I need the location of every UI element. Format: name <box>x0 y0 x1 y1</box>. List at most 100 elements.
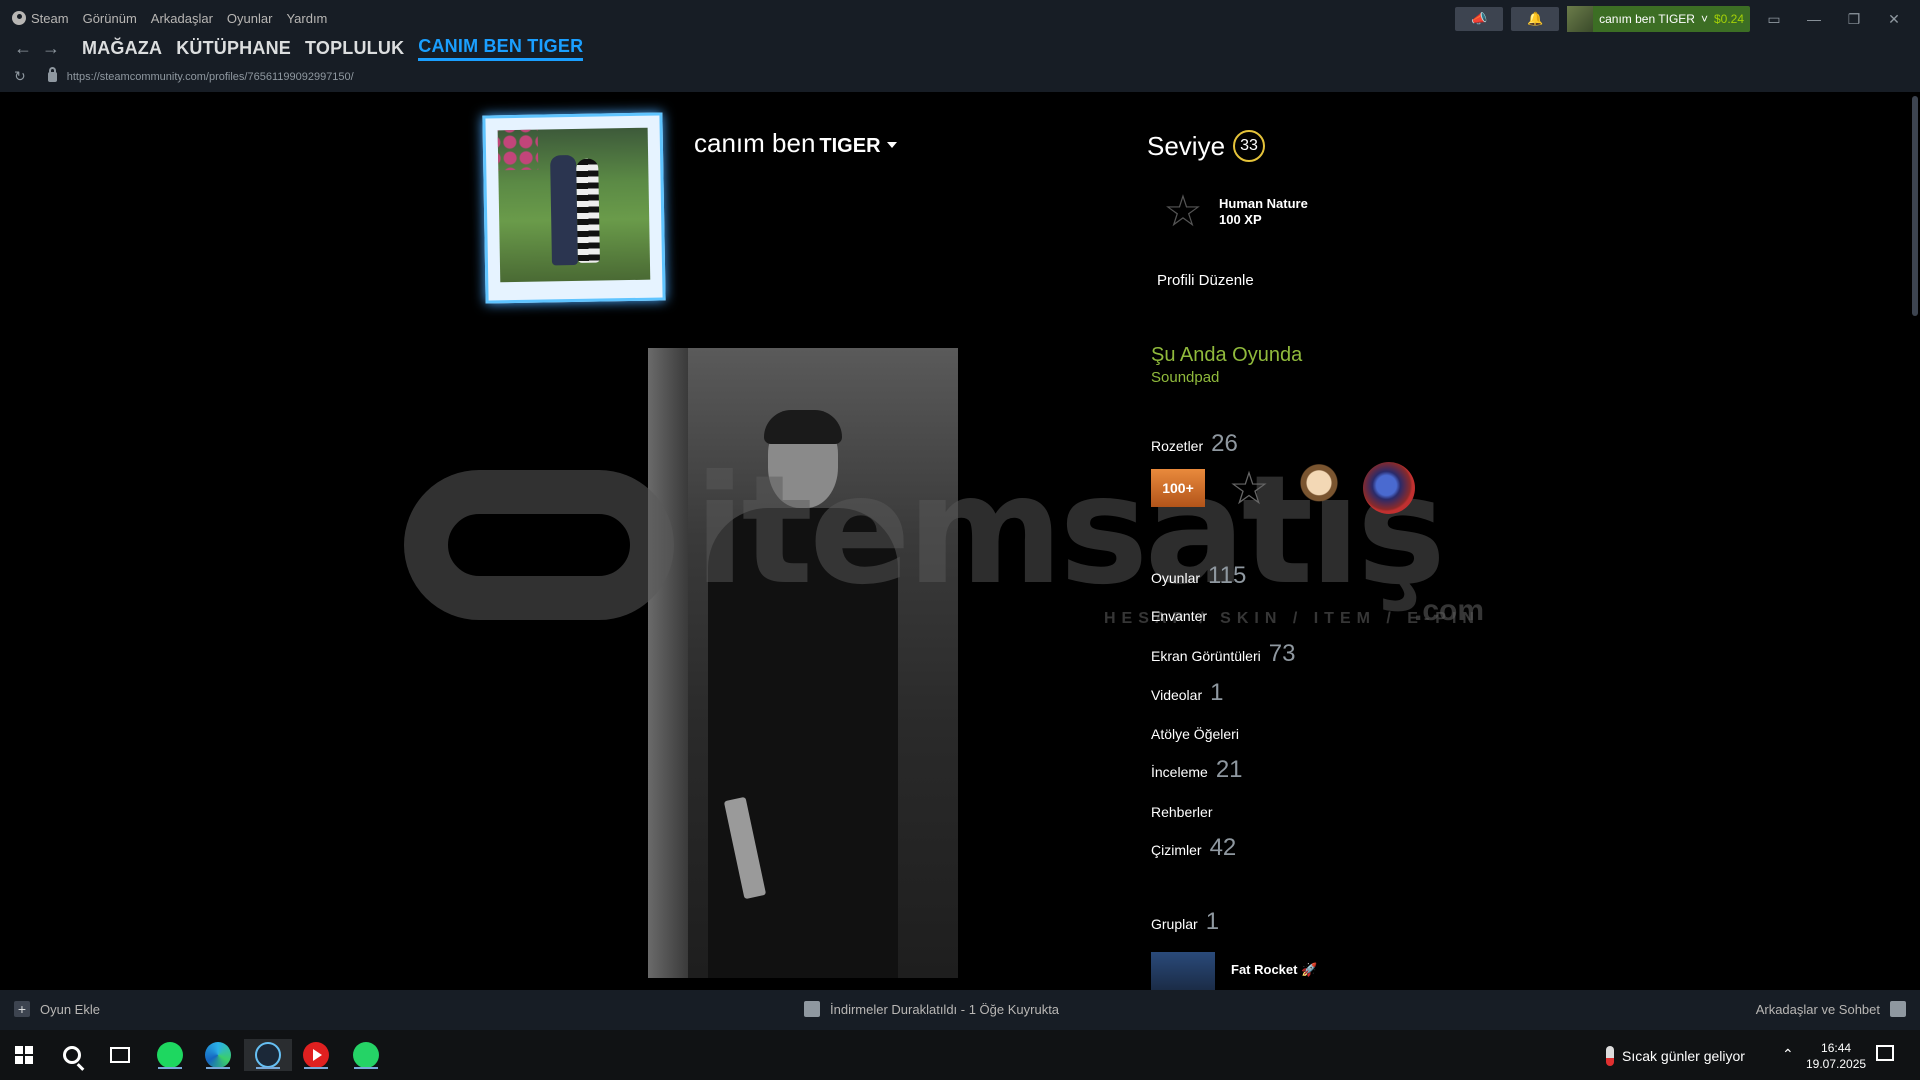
youtube-button[interactable] <box>300 1039 332 1071</box>
ingame-game[interactable]: Soundpad <box>1151 369 1302 386</box>
account-menu[interactable]: canım ben TIGER ˅ $0.24 <box>1567 6 1750 32</box>
nav-library[interactable]: KÜTÜPHANE <box>176 38 291 59</box>
artwork-count: 42 <box>1209 834 1237 861</box>
stat-inventory[interactable]: Envanter <box>1151 608 1207 624</box>
notification-center-icon[interactable] <box>1876 1045 1894 1061</box>
badges-label: Rozetler <box>1151 438 1204 454</box>
nav-community[interactable]: TOPLULUK <box>305 38 404 59</box>
menu-bar: Steam Görünüm Arkadaşlar Oyunlar Yardım <box>12 9 327 27</box>
scrollbar[interactable] <box>1912 96 1918 316</box>
ingame-status: Şu Anda Oyunda Soundpad <box>1151 344 1302 386</box>
menu-steam-label: Steam <box>31 10 69 26</box>
add-game-button[interactable]: + Oyun Ekle <box>14 1001 100 1017</box>
reviews-label: İnceleme <box>1151 764 1208 780</box>
url-text[interactable]: https://steamcommunity.com/profiles/7656… <box>67 71 354 83</box>
edit-profile-button[interactable]: Profili Düzenle <box>1157 266 1254 295</box>
artwork-label: Çizimler <box>1151 842 1202 858</box>
windows-taskbar: Sıcak günler geliyor ⌃ 16:44 19.07.2025 <box>0 1030 1920 1080</box>
level-badge: 33 <box>1233 130 1266 162</box>
profile-page: canım ben TIGER itemsatış HESAP / SKIN / … <box>0 92 1920 990</box>
top-right-controls: 📣 🔔 canım ben TIGER ˅ $0.24 ▭ — ❐ ✕ <box>1455 6 1910 32</box>
friends-chat-button[interactable]: Arkadaşlar ve Sohbet <box>1756 1001 1906 1017</box>
stat-guides[interactable]: Rehberler <box>1151 804 1212 820</box>
persona-second: TIGER <box>819 135 881 157</box>
announcements-button[interactable]: 📣 <box>1455 7 1504 31</box>
avatar-image <box>497 127 651 283</box>
bottom-bar: + Oyun Ekle İndirmeler Duraklatıldı - 1 … <box>0 990 1920 1030</box>
steam-title-bar: Steam Görünüm Arkadaşlar Oyunlar Yardım … <box>0 0 1920 92</box>
big-picture-icon[interactable]: ▭ <box>1758 11 1790 28</box>
stat-groups[interactable]: Gruplar 1 <box>1151 908 1219 936</box>
clock-time: 16:44 <box>1821 1041 1852 1055</box>
nav-row: ← → MAĞAZA KÜTÜPHANE TOPLULUK CANIM BEN … <box>12 36 584 61</box>
persona-name[interactable]: canım ben TIGER <box>694 128 897 159</box>
badges-row: 100+ ☆ <box>1151 462 1415 514</box>
steam-taskbar-button[interactable] <box>244 1039 292 1071</box>
steam-icon <box>255 1042 281 1068</box>
level-block[interactable]: Seviye 33 <box>1147 130 1266 162</box>
download-icon <box>804 1001 820 1017</box>
youtube-icon <box>303 1042 329 1068</box>
tray-expand-icon[interactable]: ⌃ <box>1782 1046 1794 1063</box>
favorite-badge[interactable]: ☆ Human Nature 100 XP <box>1159 188 1308 236</box>
stat-videos[interactable]: Videolar 1 <box>1151 679 1223 707</box>
notifications-button[interactable]: 🔔 <box>1511 7 1560 31</box>
menu-view[interactable]: Görünüm <box>83 11 137 26</box>
stat-artwork[interactable]: Çizimler 42 <box>1151 834 1236 862</box>
edge-button[interactable] <box>202 1039 234 1071</box>
badge-orb-icon[interactable] <box>1363 462 1415 514</box>
search-button[interactable] <box>56 1039 88 1071</box>
groups-count: 1 <box>1205 908 1220 935</box>
task-view-button[interactable] <box>104 1039 136 1071</box>
spotify-button[interactable] <box>154 1039 186 1071</box>
spotify-icon <box>157 1042 183 1068</box>
menu-games[interactable]: Oyunlar <box>227 11 273 26</box>
chevron-down-icon: ˅ <box>1700 12 1708 26</box>
menu-steam[interactable]: Steam <box>12 11 69 26</box>
level-label: Seviye <box>1147 130 1226 161</box>
inventory-label: Envanter <box>1151 608 1208 624</box>
fav-badge-xp: 100 XP <box>1219 212 1262 227</box>
back-arrow-icon[interactable]: ← <box>12 37 34 59</box>
whatsapp-icon <box>353 1042 379 1068</box>
badge-100-icon[interactable]: 100+ <box>1151 469 1205 507</box>
stat-badges[interactable]: Rozetler 26 <box>1151 430 1238 458</box>
nav-profile[interactable]: CANIM BEN TIGER <box>418 36 584 61</box>
videos-label: Videolar <box>1151 687 1203 703</box>
reload-icon[interactable]: ↻ <box>14 68 26 85</box>
groups-label: Gruplar <box>1151 916 1198 932</box>
badge-pentagram-icon[interactable]: ☆ <box>1223 462 1275 514</box>
stat-reviews[interactable]: İnceleme 21 <box>1151 756 1243 784</box>
clock[interactable]: 16:44 19.07.2025 <box>1806 1040 1866 1072</box>
restore-icon[interactable]: ❐ <box>1838 11 1870 28</box>
badges-count: 26 <box>1211 430 1238 457</box>
megaphone-icon: 📣 <box>1471 11 1488 26</box>
nav-store[interactable]: MAĞAZA <box>82 38 162 59</box>
bell-icon: 🔔 <box>1527 11 1544 26</box>
account-name: canım ben TIGER <box>1599 12 1695 26</box>
downloads-status[interactable]: İndirmeler Duraklatıldı - 1 Öğe Kuyrukta <box>804 1001 1059 1017</box>
search-icon <box>63 1046 81 1064</box>
stat-workshop[interactable]: Atölye Öğeleri <box>1151 726 1239 742</box>
stat-games[interactable]: Oyunlar 115 <box>1151 562 1246 590</box>
badge-character-icon[interactable] <box>1293 462 1345 514</box>
stat-screenshots[interactable]: Ekran Görüntüleri 73 <box>1151 640 1295 668</box>
group-avatar <box>1151 952 1215 990</box>
downloads-label: İndirmeler Duraklatıldı - 1 Öğe Kuyrukta <box>830 1001 1060 1017</box>
start-button[interactable] <box>8 1039 40 1071</box>
steam-logo-icon <box>12 11 26 25</box>
forward-arrow-icon[interactable]: → <box>40 37 62 59</box>
add-game-label: Oyun Ekle <box>40 1001 100 1017</box>
weather-widget[interactable]: Sıcak günler geliyor <box>1606 1046 1745 1066</box>
close-icon[interactable]: ✕ <box>1878 11 1910 28</box>
minimize-icon[interactable]: — <box>1798 11 1830 27</box>
watermark-logo-icon <box>404 470 674 620</box>
menu-friends[interactable]: Arkadaşlar <box>151 11 213 26</box>
account-balance: $0.24 <box>1713 12 1744 26</box>
whatsapp-button[interactable] <box>350 1039 382 1071</box>
persona-first: canım ben <box>694 128 816 158</box>
group-item[interactable]: Fat Rocket 🚀 <box>1151 952 1317 990</box>
artwork-showcase[interactable] <box>648 348 958 978</box>
reviews-count: 21 <box>1215 756 1243 783</box>
menu-help[interactable]: Yardım <box>286 11 327 26</box>
